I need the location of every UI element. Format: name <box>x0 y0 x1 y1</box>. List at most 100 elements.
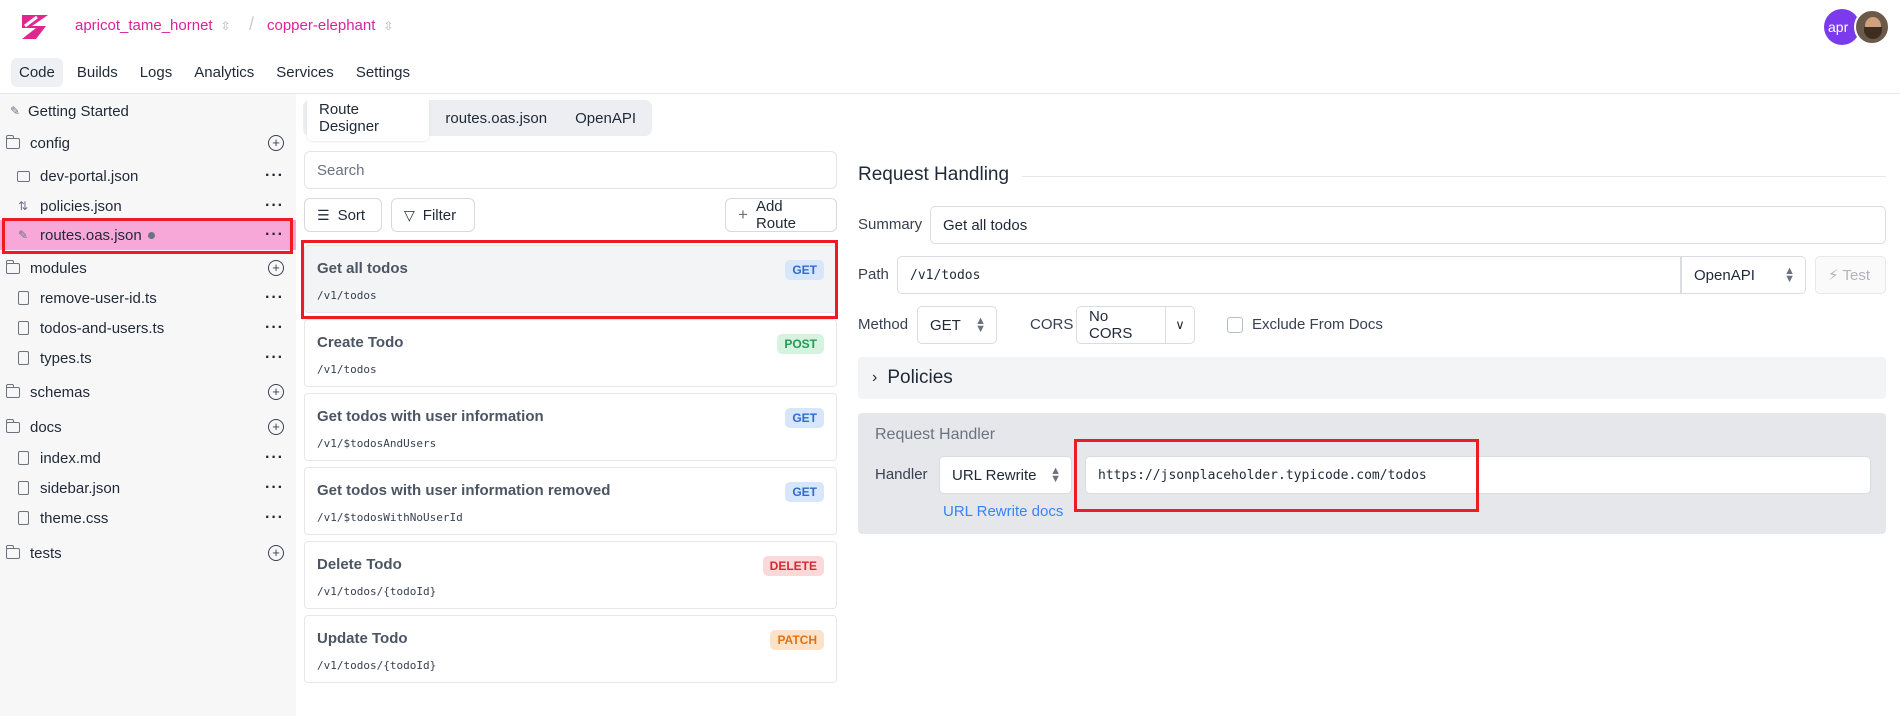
rocket-icon: ✎ <box>9 104 21 118</box>
sort-icon: ☰ <box>317 206 330 223</box>
project-name: apricot_tame_hornet <box>75 17 213 34</box>
breadcrumb-separator: / <box>249 14 255 34</box>
route-item[interactable]: Get all todos /v1/todos GET <box>304 245 837 313</box>
chevron-updown-icon: ⇳ <box>383 18 394 33</box>
route-item[interactable]: Update Todo /v1/todos/{todoId} PATCH <box>304 615 837 683</box>
route-title: Create Todo <box>317 334 404 351</box>
project-selector[interactable]: apricot_tame_hornet ⇳ <box>75 17 231 34</box>
route-path: /v1/todos/{todoId} <box>317 585 437 598</box>
cors-label: CORS <box>1030 316 1074 333</box>
file-sidebar-json[interactable]: sidebar.json ··· <box>0 474 296 502</box>
url-rewrite-docs-link[interactable]: URL Rewrite docs <box>943 503 1063 520</box>
method-value: GET <box>930 316 961 334</box>
chevron-down-icon: ∨ <box>1175 317 1185 332</box>
file-label: policies.json <box>40 197 122 215</box>
path-input[interactable]: /v1/todos <box>897 256 1681 294</box>
path-mode-select[interactable]: OpenAPI ▲ ▼ <box>1681 256 1806 294</box>
add-file-icon[interactable]: + <box>268 384 284 400</box>
nav-builds[interactable]: Builds <box>69 58 126 87</box>
cors-value: No CORS <box>1089 308 1133 342</box>
method-badge: GET <box>785 260 824 280</box>
folder-config[interactable]: config + <box>0 129 296 157</box>
exclude-docs-checkbox[interactable] <box>1227 317 1243 333</box>
route-item[interactable]: Get todos with user information removed … <box>304 467 837 535</box>
more-icon[interactable]: ··· <box>265 226 284 244</box>
file-icon <box>16 451 30 465</box>
top-bar: apricot_tame_hornet ⇳ / copper-elephant … <box>0 0 1900 55</box>
cors-select[interactable]: No CORS <box>1076 306 1166 344</box>
folder-tests[interactable]: tests + <box>0 539 296 567</box>
nav-code[interactable]: Code <box>11 58 63 87</box>
user-menu[interactable]: apr <box>1824 9 1890 45</box>
user-photo-avatar <box>1854 9 1890 45</box>
folder-schemas[interactable]: schemas + <box>0 378 296 406</box>
nav-services[interactable]: Services <box>268 58 342 87</box>
file-icon <box>16 481 30 495</box>
environment-selector[interactable]: copper-elephant ⇳ <box>267 17 393 34</box>
route-item[interactable]: Delete Todo /v1/todos/{todoId} DELETE <box>304 541 837 609</box>
unsaved-dot <box>147 231 155 239</box>
section-divider <box>1022 176 1886 177</box>
add-file-icon[interactable]: + <box>268 260 284 276</box>
handler-label: Handler <box>875 466 928 483</box>
folder-icon <box>5 259 20 275</box>
folder-icon <box>5 134 20 150</box>
add-file-icon[interactable]: + <box>268 419 284 435</box>
path-label: Path <box>858 266 889 283</box>
method-select[interactable]: GET ▲ ▼ <box>917 306 997 344</box>
route-path: /v1/todos/{todoId} <box>317 659 437 672</box>
tab-openapi[interactable]: OpenAPI <box>563 104 648 133</box>
add-file-icon[interactable]: + <box>268 135 284 151</box>
file-policies[interactable]: ⇅ policies.json ··· <box>0 192 296 220</box>
folder-label: docs <box>30 418 62 436</box>
more-icon[interactable]: ··· <box>265 167 284 185</box>
route-item[interactable]: Create Todo /v1/todos POST <box>304 319 837 387</box>
test-button[interactable]: ⚡ Test <box>1815 256 1886 294</box>
file-dev-portal[interactable]: dev-portal.json ··· <box>0 162 296 190</box>
file-todos-and-users[interactable]: todos-and-users.ts ··· <box>0 314 296 342</box>
cors-dropdown-button[interactable]: ∨ <box>1165 306 1195 344</box>
handler-select[interactable]: URL Rewrite ▲ ▼ <box>939 456 1072 494</box>
method-badge: GET <box>785 408 824 428</box>
more-icon[interactable]: ··· <box>265 479 284 497</box>
file-remove-user-id[interactable]: remove-user-id.ts ··· <box>0 284 296 312</box>
exclude-docs-label: Exclude From Docs <box>1252 316 1383 333</box>
nav-analytics[interactable]: Analytics <box>186 58 262 87</box>
more-icon[interactable]: ··· <box>265 449 284 467</box>
route-item[interactable]: Get todos with user information /v1/$tod… <box>304 393 837 461</box>
folder-label: config <box>30 134 71 152</box>
sort-button[interactable]: ☰ Sort <box>304 198 382 232</box>
summary-input[interactable]: Get all todos <box>930 206 1886 244</box>
layout-icon <box>16 169 30 183</box>
more-icon[interactable]: ··· <box>265 197 284 215</box>
chevron-right-icon: › <box>872 369 878 386</box>
file-theme[interactable]: theme.css ··· <box>0 504 296 532</box>
tab-route-designer[interactable]: Route Designer <box>307 95 430 141</box>
nav-logs[interactable]: Logs <box>132 58 181 87</box>
search-input[interactable]: Search <box>304 151 837 189</box>
method-badge: GET <box>785 482 824 502</box>
rewrite-url-input[interactable]: https://jsonplaceholder.typicode.com/tod… <box>1085 456 1871 494</box>
folder-docs[interactable]: docs + <box>0 413 296 441</box>
policies-section[interactable]: › Policies <box>858 357 1886 399</box>
file-routes[interactable]: ✎ routes.oas.json ··· <box>0 220 296 250</box>
file-sidebar: ✎ Getting Started config + dev-portal.js… <box>0 94 296 716</box>
add-route-button[interactable]: + Add Route <box>725 198 837 232</box>
zuplo-logo-icon[interactable] <box>18 12 52 42</box>
policies-label: Policies <box>887 367 953 388</box>
chevron-updown-icon: ▲ ▼ <box>1784 265 1795 285</box>
sort-label: Sort <box>337 206 366 224</box>
file-types[interactable]: types.ts ··· <box>0 344 296 372</box>
more-icon[interactable]: ··· <box>265 509 284 527</box>
add-file-icon[interactable]: + <box>268 545 284 561</box>
more-icon[interactable]: ··· <box>265 319 284 337</box>
handler-title: Request Handler <box>875 426 996 443</box>
more-icon[interactable]: ··· <box>265 349 284 367</box>
tab-routes-oas-json[interactable]: routes.oas.json <box>433 104 559 133</box>
folder-modules[interactable]: modules + <box>0 254 296 282</box>
nav-settings[interactable]: Settings <box>348 58 418 87</box>
filter-button[interactable]: ▽ Filter <box>391 198 475 232</box>
more-icon[interactable]: ··· <box>265 289 284 307</box>
file-index[interactable]: index.md ··· <box>0 444 296 472</box>
getting-started-item[interactable]: ✎ Getting Started <box>0 97 296 125</box>
